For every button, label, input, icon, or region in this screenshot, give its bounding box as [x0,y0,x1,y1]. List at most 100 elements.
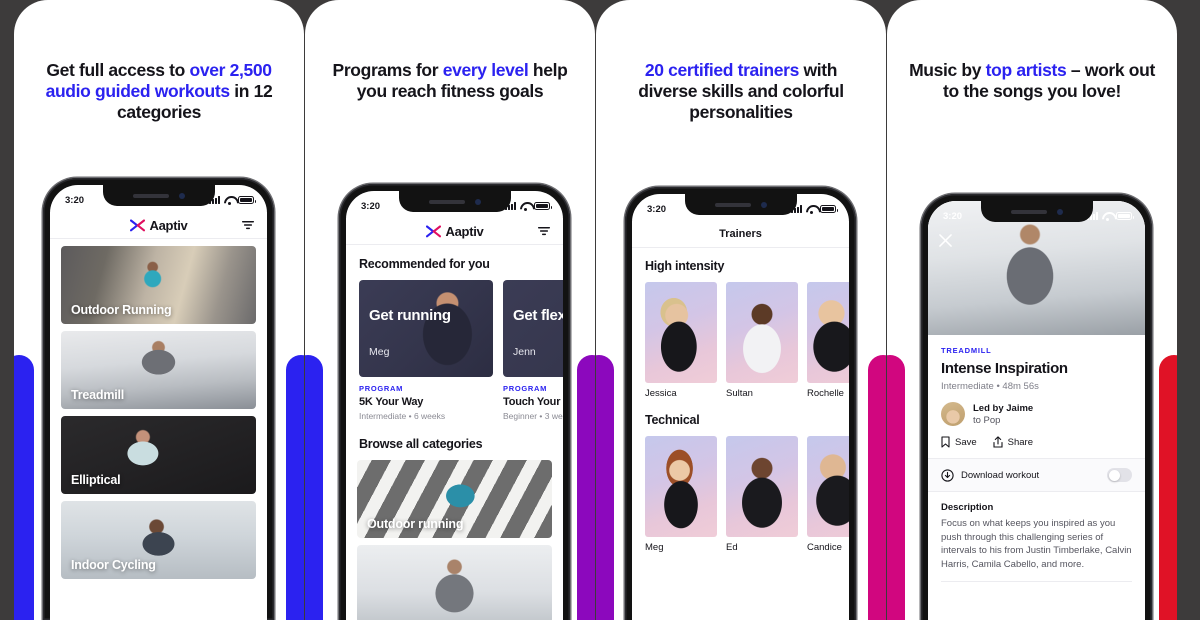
share-icon [993,436,1003,448]
panel-3-headline: 20 certified trainers with diverse skill… [614,60,868,123]
accent-bar-right [577,355,595,620]
trainer-photo [807,282,849,383]
workout-detail-screen[interactable]: 3:20 TREADMILL Intense Inspiration Inter… [928,201,1145,620]
category-card[interactable]: Outdoor running [357,460,552,538]
trainer-name: Candice [807,542,842,553]
program-cover: Get flexible Jenn [503,280,563,377]
battery-icon [820,205,838,213]
filter-icon[interactable] [538,226,550,236]
category-scroll-body[interactable]: Outdoor Running Treadmill Elliptical Ind… [50,239,267,620]
workout-actions: Save Share [941,436,1132,458]
status-time: 3:20 [65,194,85,206]
aaptiv-x-logo [425,224,441,237]
program-kicker: PROGRAM [503,384,548,393]
marketing-panel-4: Music by top artists – work out to the s… [887,0,1177,620]
category-card[interactable]: Elliptical [61,416,256,494]
workout-trainer-row[interactable]: Led by Jaime to Pop [941,402,1132,426]
status-time: 3:20 [647,203,667,215]
trainer-card[interactable]: Sultan [726,282,798,399]
trainer-name: Meg [645,542,664,553]
program-item[interactable]: Get flexible Jenn PROGRAM Touch Your Toe… [503,280,563,421]
program-name: Touch Your Toes [503,396,563,408]
panel-1-headline: Get full access to over 2,500 audio guid… [32,60,286,123]
section-heading-high-intensity: High intensity [645,259,725,273]
trainer-name: Rochelle [807,388,844,399]
description-heading: Description [941,502,994,513]
trainer-carousel[interactable]: Jessica Sultan Rochelle [632,282,849,399]
headline-part: Music by [909,60,986,80]
headline-part: Get full access to [46,60,190,80]
app-brand-name: Aaptiv [149,217,188,233]
trainer-card[interactable]: Ed [726,436,798,553]
accent-bar-right [286,355,304,620]
phone-notch [102,185,215,206]
category-label: Outdoor Running [71,303,172,317]
category-card[interactable]: Treadmill [61,331,256,409]
battery-icon [1116,212,1134,220]
trainer-name: Sultan [726,388,753,399]
trainer-photo [807,436,849,537]
category-card[interactable] [357,545,552,620]
category-label: Treadmill [71,388,125,402]
accent-bar-right [868,355,886,620]
trainer-card[interactable]: Candice [807,436,849,553]
save-button[interactable]: Save [941,436,977,448]
marketing-panel-1: Get full access to over 2,500 audio guid… [14,0,304,620]
phone-mockup-1: 3:20 Aaptiv Outdoor Running Treadmill El… [43,178,274,620]
program-cover-title: Get running [369,307,451,324]
screenshot-stage: Get full access to over 2,500 audio guid… [0,0,1200,620]
headline-accent: top artists [985,60,1067,80]
phone-notch [398,191,511,212]
close-icon[interactable] [939,234,952,247]
program-detail: Intermediate • 6 weeks [359,411,446,421]
camera-icon [178,192,185,199]
wifi-icon [224,196,235,205]
bookmark-icon [941,436,950,448]
category-card[interactable]: Outdoor Running [61,246,256,324]
program-detail: Beginner • 3 weeks [503,411,563,421]
battery-icon [534,202,552,210]
wifi-icon [520,202,531,211]
program-name: 5K Your Way [359,396,424,408]
workout-title: Intense Inspiration [941,360,1068,377]
speaker-icon [714,202,751,207]
section-heading-recommended: Recommended for you [359,257,490,271]
filter-icon[interactable] [242,220,254,230]
phone-mockup-2: 3:20 Aaptiv Recommended for you Get runn… [339,184,570,620]
trainer-carousel[interactable]: Meg Ed Candice [632,436,849,553]
download-toggle[interactable] [1107,468,1132,482]
speaker-icon [1010,209,1047,214]
save-label: Save [955,436,977,448]
app-nav-bar: Trainers [632,221,849,248]
trainer-card[interactable]: Rochelle [807,282,849,399]
program-cover-title: Get flexible [513,307,563,324]
program-carousel[interactable]: Get running Meg PROGRAM 5K Your Way Inte… [346,280,563,421]
marketing-panel-2: Programs for every level help you reach … [305,0,595,620]
phone-mockup-3: 3:20 Trainers High intensity Jessica Sul… [625,187,856,620]
category-card[interactable]: Indoor Cycling [61,501,256,579]
category-list: Outdoor Running Treadmill Elliptical Ind… [50,239,267,579]
workout-meta: Intermediate • 48m 56s [941,381,1039,392]
phone-notch [684,194,797,215]
category-photo [357,545,552,620]
share-button[interactable]: Share [993,436,1033,448]
program-item[interactable]: Get running Meg PROGRAM 5K Your Way Inte… [359,280,493,421]
trainers-scroll-body[interactable]: High intensity Jessica Sultan Rochelle T… [632,248,849,620]
program-cover: Get running Meg [359,280,493,377]
accent-bar-left [596,355,614,620]
battery-icon [238,196,256,204]
trainer-card[interactable]: Meg [645,436,717,553]
programs-scroll-body[interactable]: Recommended for you Get running Meg PROG… [346,245,563,620]
section-heading-technical: Technical [645,413,700,427]
download-label: Download workout [961,469,1040,481]
divider [941,581,1132,582]
download-workout-row[interactable]: Download workout [928,458,1145,492]
panel-2-headline: Programs for every level help you reach … [323,60,577,102]
trainer-photo [726,436,798,537]
description-body: Focus on what keeps you inspired as you … [941,518,1132,570]
category-label: Elliptical [71,473,121,487]
camera-icon [474,198,481,205]
trainer-card[interactable]: Jessica [645,282,717,399]
accent-bar-left [14,355,34,620]
trainer-name: Jessica [645,388,677,399]
